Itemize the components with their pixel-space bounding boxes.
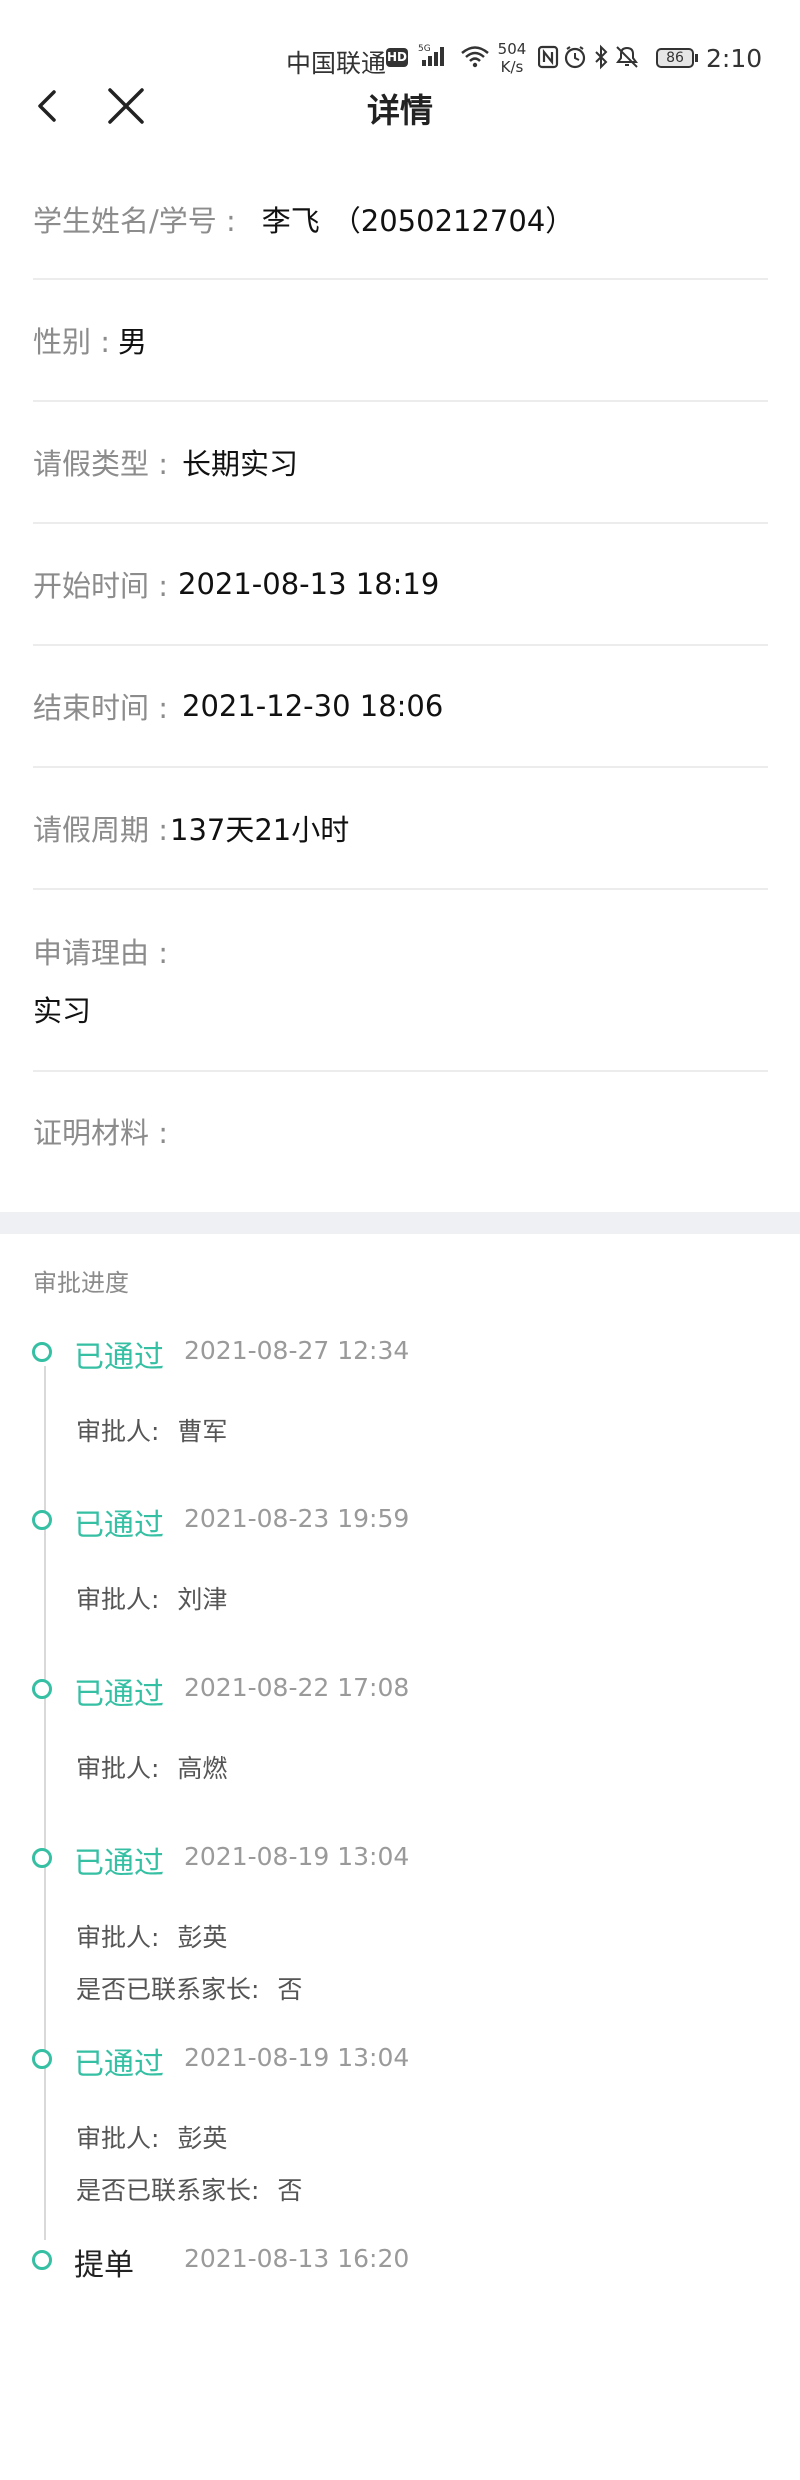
parent-contact-line: 是否已联系家长: 否 — [76, 2171, 302, 2207]
approver-label: 审批人: — [76, 1754, 160, 1783]
approver-line: 审批人: 刘津 — [76, 1580, 227, 1616]
battery-icon: 86 — [656, 48, 694, 68]
nfc-icon — [537, 45, 559, 69]
leave-type-label: 请假类型 : — [33, 447, 168, 481]
proof-row: 证明材料 : — [33, 1072, 768, 1212]
wifi-icon — [460, 44, 490, 72]
reason-row: 申请理由 : 实习 — [33, 890, 768, 1072]
timeline-dot — [32, 1342, 52, 1362]
leave-type-row: 请假类型 : 长期实习 — [33, 402, 768, 524]
student-name: 李飞 — [261, 204, 320, 238]
approver-name: 刘津 — [177, 1585, 228, 1614]
start-time-row: 开始时间 : 2021-08-13 18:19 — [33, 524, 768, 646]
speed-value: 504 — [497, 40, 527, 58]
approver-label: 审批人: — [76, 1923, 160, 1952]
status-bar: 中国联通 HD 5G 504 K/s 86 2:10 — [0, 0, 800, 80]
start-time-label: 开始时间 : — [33, 569, 168, 603]
step-time: 2021-08-22 17:08 — [184, 1673, 410, 1702]
step-time: 2021-08-23 19:59 — [184, 1504, 410, 1533]
clock-time: 2:10 — [706, 44, 763, 73]
start-time-value: 2021-08-13 18:19 — [178, 567, 440, 601]
approver-name: 曹军 — [177, 1417, 228, 1446]
period-row: 请假周期 : 137天21小时 — [33, 768, 768, 890]
approver-line: 审批人: 彭英 — [76, 2119, 227, 2155]
timeline-dot — [32, 1510, 52, 1530]
gender-label: 性别 : — [33, 325, 110, 359]
gender-value: 男 — [118, 325, 148, 359]
student-id: （2050212704） — [331, 204, 575, 238]
parent-contact-line: 是否已联系家长: 否 — [76, 1970, 302, 2006]
approver-name: 高燃 — [177, 1754, 228, 1783]
approver-label: 审批人: — [76, 1417, 160, 1446]
approver-line: 审批人: 高燃 — [76, 1749, 227, 1785]
bluetooth-icon — [595, 44, 608, 70]
svg-text:5G: 5G — [418, 44, 431, 54]
step-status: 已通过 — [74, 1846, 164, 1881]
approval-title: 审批进度 — [33, 1269, 129, 1297]
timeline-line — [44, 1366, 46, 2240]
parent-contact-label: 是否已联系家长: — [76, 2176, 260, 2205]
step-time: 2021-08-19 13:04 — [184, 2043, 410, 2072]
end-time-label: 结束时间 : — [33, 691, 168, 725]
hd-badge: HD — [386, 48, 408, 67]
gender-row: 性别 : 男 — [33, 280, 768, 402]
network-speed: 504 K/s — [494, 40, 530, 76]
parent-contact-value: 否 — [277, 1975, 303, 2004]
approver-label: 审批人: — [76, 2124, 160, 2153]
end-time-row: 结束时间 : 2021-12-30 18:06 — [33, 646, 768, 768]
battery-tip — [695, 54, 698, 62]
reason-label: 申请理由 : — [33, 936, 168, 970]
speed-unit: K/s — [500, 58, 524, 76]
carrier-name: 中国联通 — [286, 49, 387, 78]
timeline-dot — [32, 2250, 52, 2270]
timeline-dot — [32, 1848, 52, 1868]
parent-contact-value: 否 — [277, 2176, 303, 2205]
end-time-value: 2021-12-30 18:06 — [182, 689, 444, 723]
page-title: 详情 — [367, 91, 433, 130]
signal-icon: 5G — [416, 42, 456, 72]
reason-value: 实习 — [33, 994, 92, 1028]
approver-line: 审批人: 彭英 — [76, 1918, 227, 1954]
step-status: 已通过 — [74, 1677, 164, 1712]
step-time: 2021-08-19 13:04 — [184, 1842, 410, 1871]
proof-label: 证明材料 : — [33, 1116, 168, 1150]
step-status: 已通过 — [74, 1508, 164, 1543]
step-status: 已通过 — [74, 1340, 164, 1375]
approver-name: 彭英 — [177, 1923, 228, 1952]
timeline-dot — [32, 2049, 52, 2069]
period-label: 请假周期 : — [33, 813, 168, 847]
student-label: 学生姓名/学号 : — [33, 204, 236, 238]
step-status: 已通过 — [74, 2047, 164, 2082]
step-status: 提单 — [74, 2248, 134, 2283]
step-time: 2021-08-27 12:34 — [184, 1336, 410, 1365]
system-icons — [537, 44, 650, 74]
period-value: 137天21小时 — [170, 813, 350, 847]
alarm-icon — [564, 46, 586, 69]
student-row: 学生姓名/学号 : 李飞 （2050212704） — [33, 178, 768, 280]
parent-contact-label: 是否已联系家长: — [76, 1975, 260, 2004]
approver-name: 彭英 — [177, 2124, 228, 2153]
leave-type-value: 长期实习 — [182, 447, 299, 481]
timeline-dot — [32, 1679, 52, 1699]
step-time: 2021-08-13 16:20 — [184, 2244, 410, 2273]
approver-label: 审批人: — [76, 1585, 160, 1614]
approver-line: 审批人: 曹军 — [76, 1412, 227, 1448]
section-divider — [0, 1212, 800, 1234]
mute-icon — [616, 46, 638, 68]
